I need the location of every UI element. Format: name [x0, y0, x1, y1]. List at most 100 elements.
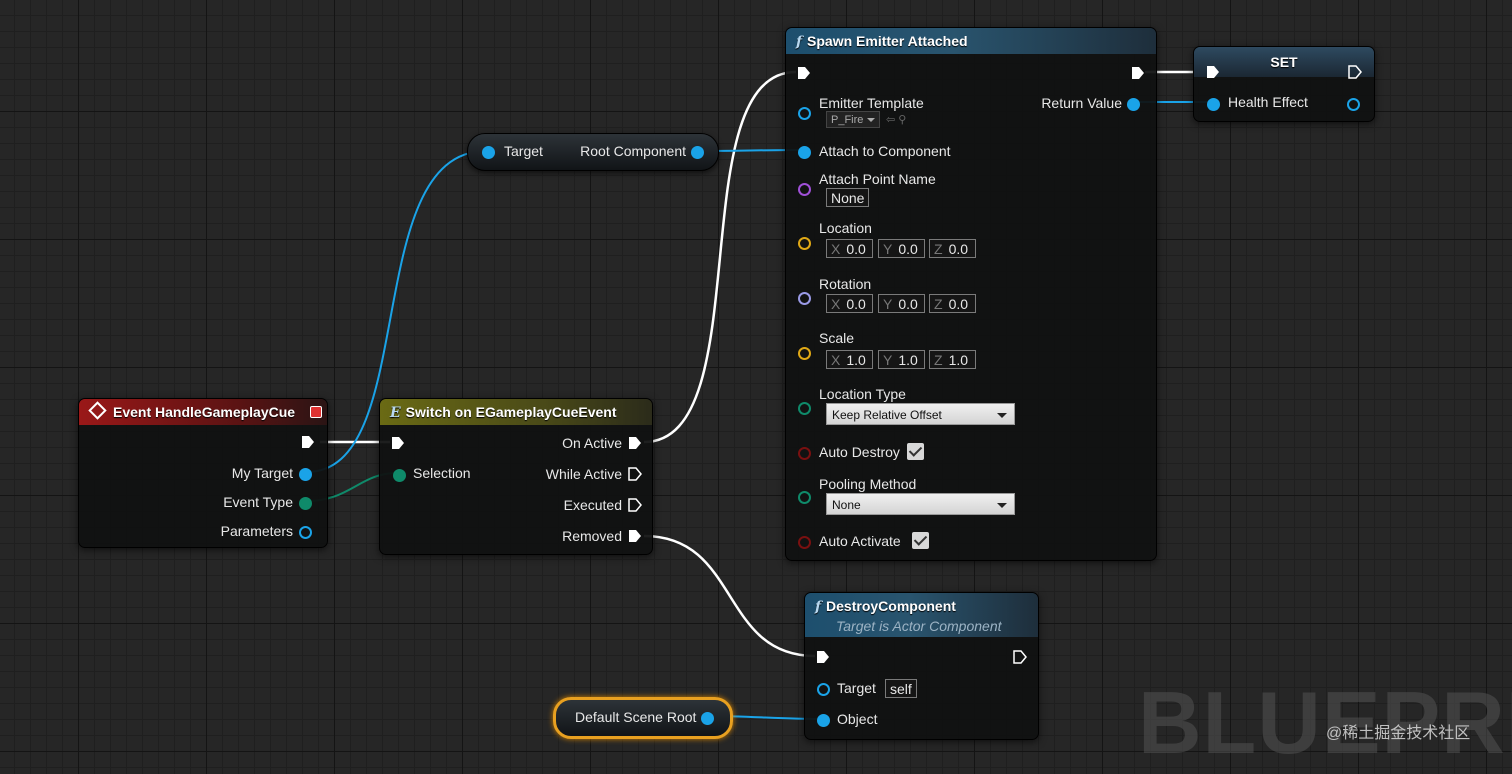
rotation-label: Rotation: [819, 276, 872, 292]
rotation-x-value: 0.0: [846, 296, 866, 312]
removed-label: Removed: [562, 528, 622, 544]
rotation-z-value: 0.0: [948, 296, 969, 312]
rotation-z-input[interactable]: Z 0.0: [929, 294, 976, 313]
z-axis-label: Z: [934, 296, 943, 312]
scale-label: Scale: [819, 330, 855, 346]
browse-asset-icon[interactable]: ⇦ ⚲: [886, 113, 906, 126]
function-icon: f: [796, 34, 803, 50]
spawn-emitter-attached-node[interactable]: f Spawn Emitter Attached Emitter Template…: [785, 27, 1157, 561]
on-active-label: On Active: [562, 435, 622, 451]
parameters-pin[interactable]: [299, 526, 312, 539]
switch-on-enum-node[interactable]: E Switch on EGameplayCueEvent Selection O…: [379, 398, 653, 555]
y-axis-label: Y: [883, 241, 893, 257]
delegate-pin-icon[interactable]: [310, 406, 322, 418]
x-axis-label: X: [831, 241, 841, 257]
auto-activate-label: Auto Activate: [819, 533, 901, 549]
z-axis-label: Z: [934, 352, 943, 368]
credit-watermark: @稀土掘金技术社区: [1326, 725, 1471, 742]
emitter-template-label: Emitter Template: [819, 95, 924, 111]
pooling-method-dropdown[interactable]: None: [826, 493, 1015, 515]
scale-z-input[interactable]: Z 1.0: [929, 350, 976, 369]
auto-destroy-label: Auto Destroy: [819, 444, 900, 460]
selection-pin[interactable]: [393, 469, 406, 482]
location-z-value: 0.0: [948, 241, 969, 257]
rotation-x-input[interactable]: X 0.0: [826, 294, 873, 313]
root-component-label: Root Component: [580, 143, 686, 159]
location-z-input[interactable]: Z 0.0: [929, 239, 976, 258]
root-target-label: Target: [504, 143, 543, 159]
scale-x-input[interactable]: X 1.0: [826, 350, 873, 369]
attach-to-component-pin[interactable]: [798, 146, 811, 159]
rotation-y-input[interactable]: Y 0.0: [878, 294, 925, 313]
destroy-target-label: Target: [837, 680, 876, 696]
set-node-header[interactable]: SET: [1194, 47, 1374, 77]
health-effect-in-pin[interactable]: [1207, 98, 1220, 111]
scale-pin[interactable]: [798, 347, 811, 360]
default-scene-root-node[interactable]: Default Scene Root: [553, 697, 733, 739]
return-value-pin[interactable]: [1127, 98, 1140, 111]
attach-point-name-pin[interactable]: [798, 183, 811, 196]
attach-point-name-input[interactable]: None: [826, 188, 870, 207]
my-target-label: My Target: [231, 465, 293, 481]
enum-switch-icon: E: [390, 405, 401, 421]
pooling-method-pin[interactable]: [798, 491, 811, 504]
scale-z-value: 1.0: [948, 352, 969, 368]
auto-activate-pin[interactable]: [798, 536, 811, 549]
function-icon: f: [815, 599, 822, 615]
dropdown-arrow-icon: [867, 118, 876, 122]
destroy-node-subtitle: Target is Actor Component: [836, 618, 1002, 634]
attach-to-component-label: Attach to Component: [819, 143, 951, 159]
health-effect-label: Health Effect: [1228, 94, 1308, 110]
default-scene-root-label: Default Scene Root: [575, 709, 697, 725]
pooling-method-label: Pooling Method: [819, 476, 917, 492]
get-root-component-node[interactable]: Target Root Component: [467, 133, 719, 171]
x-axis-label: X: [831, 352, 841, 368]
destroy-target-pin[interactable]: [817, 683, 830, 696]
location-type-dropdown[interactable]: Keep Relative Offset: [826, 403, 1015, 425]
root-component-pin[interactable]: [691, 146, 704, 159]
scale-y-value: 1.0: [898, 352, 918, 368]
attach-point-name-label: Attach Point Name: [819, 171, 936, 187]
switch-node-title: Switch on EGameplayCueEvent: [405, 404, 617, 420]
location-type-value: Keep Relative Offset: [832, 408, 942, 422]
rotation-pin[interactable]: [798, 292, 811, 305]
emitter-template-asset-picker[interactable]: P_Fire: [826, 111, 881, 128]
auto-activate-checkbox[interactable]: [912, 532, 929, 549]
spawn-node-header[interactable]: f Spawn Emitter Attached: [786, 28, 1156, 54]
while-active-label: While Active: [545, 466, 622, 482]
dropdown-arrow-icon: [997, 413, 1007, 418]
default-scene-root-pin[interactable]: [701, 712, 714, 725]
location-pin[interactable]: [798, 237, 811, 250]
root-target-pin[interactable]: [482, 146, 495, 159]
event-type-pin[interactable]: [299, 497, 312, 510]
auto-destroy-checkbox[interactable]: [907, 443, 924, 460]
event-handle-gameplay-cue-node[interactable]: Event HandleGameplayCue My Target Event …: [78, 398, 328, 548]
set-health-effect-node[interactable]: SET Health Effect: [1193, 46, 1375, 122]
location-x-input[interactable]: X 0.0: [826, 239, 873, 258]
location-x-value: 0.0: [846, 241, 866, 257]
location-type-pin[interactable]: [798, 402, 811, 415]
destroy-target-self-input[interactable]: self: [885, 679, 917, 698]
destroy-object-label: Object: [837, 711, 878, 727]
y-axis-label: Y: [883, 352, 893, 368]
event-type-label: Event Type: [223, 494, 293, 510]
destroy-component-node[interactable]: f DestroyComponent Target is Actor Compon…: [804, 592, 1039, 740]
executed-label: Executed: [563, 497, 622, 513]
parameters-label: Parameters: [220, 523, 293, 539]
scale-y-input[interactable]: Y 1.0: [878, 350, 925, 369]
y-axis-label: Y: [883, 296, 893, 312]
exec-wire-onactive-to-spawn: [643, 70, 797, 444]
scale-x-value: 1.0: [846, 352, 866, 368]
event-node-header[interactable]: Event HandleGameplayCue: [79, 399, 327, 425]
switch-node-header[interactable]: E Switch on EGameplayCueEvent: [380, 399, 652, 425]
emitter-template-pin[interactable]: [798, 107, 811, 120]
dropdown-arrow-icon: [997, 503, 1007, 508]
rotation-y-value: 0.0: [898, 296, 918, 312]
health-effect-out-pin[interactable]: [1347, 98, 1360, 111]
location-type-label: Location Type: [819, 386, 906, 402]
event-node-title: Event HandleGameplayCue: [113, 404, 296, 420]
destroy-object-pin[interactable]: [817, 714, 830, 727]
my-target-pin[interactable]: [299, 468, 312, 481]
auto-destroy-pin[interactable]: [798, 447, 811, 460]
location-y-input[interactable]: Y 0.0: [878, 239, 925, 258]
